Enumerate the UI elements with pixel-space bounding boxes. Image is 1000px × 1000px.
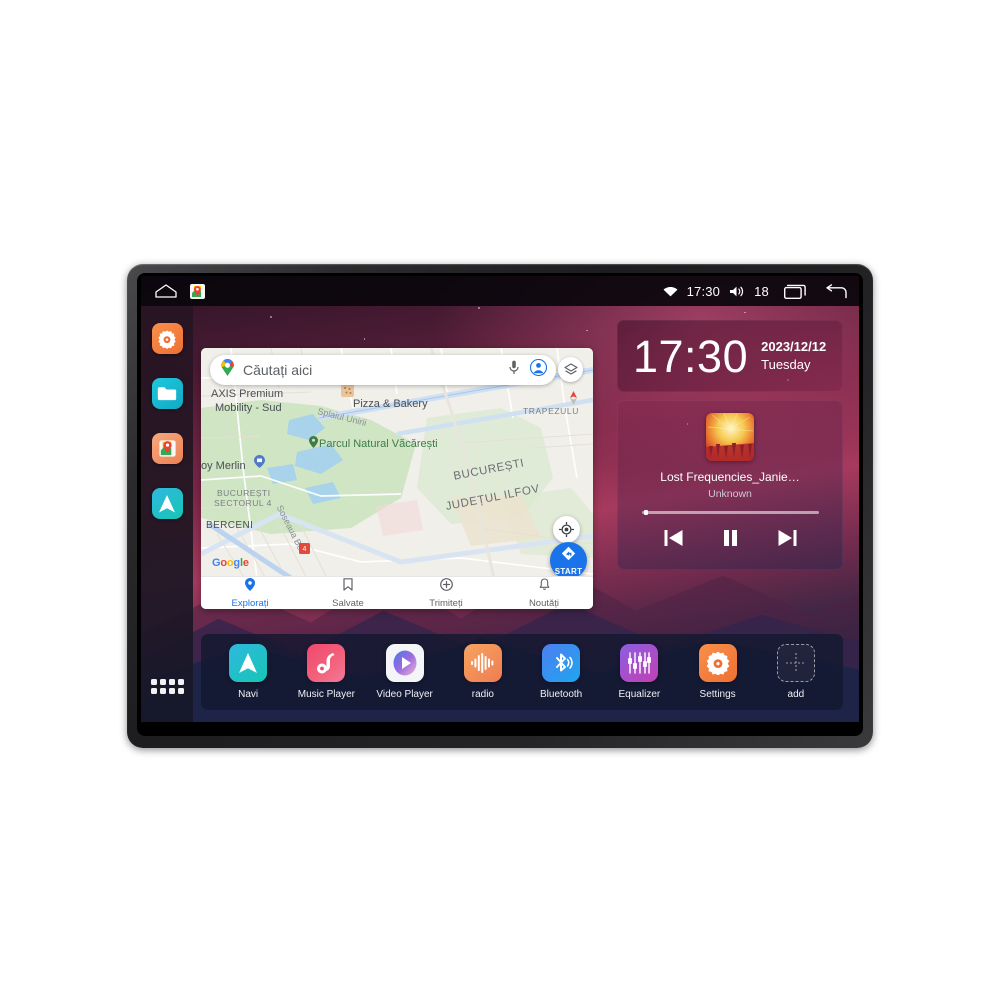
app-dock: Navi Music Player Video Player radio Blu… — [201, 634, 843, 710]
app-label: Music Player — [297, 689, 355, 700]
app-label: Bluetooth — [539, 689, 583, 700]
gear-icon — [698, 644, 737, 682]
poi-restaurant-icon — [341, 384, 354, 402]
account-avatar-icon[interactable] — [529, 358, 548, 381]
equalizer-sliders-icon — [620, 644, 659, 682]
map-nav-contribute[interactable]: Trimiteți — [397, 577, 495, 609]
radio-waveform-icon — [463, 644, 502, 682]
map-layers-icon[interactable] — [558, 357, 583, 382]
recent-apps-icon[interactable] — [784, 284, 806, 299]
app-bluetooth[interactable]: Bluetooth — [529, 644, 593, 700]
all-apps-grid-icon[interactable] — [150, 679, 184, 694]
map-nav-explore[interactable]: Explorați — [201, 577, 299, 609]
my-location-icon[interactable] — [553, 516, 580, 543]
status-time: 17:30 — [686, 283, 721, 299]
music-player-widget[interactable]: Lost Frequencies_Janie… Unknown — [617, 400, 843, 570]
rail-item-settings[interactable] — [151, 323, 183, 354]
concert-crowd-album-art — [706, 413, 754, 461]
compass-icon[interactable] — [568, 391, 579, 410]
poi-pin-icon — [309, 435, 318, 453]
screen: 17:30 18 AXIS Premium Mobility - Sud Piz… — [141, 276, 859, 722]
map-nav-updates[interactable]: Noutăți — [495, 577, 593, 609]
app-label: Navi — [238, 689, 259, 700]
app-label: add — [787, 689, 805, 700]
navigation-arrow-icon — [229, 644, 268, 682]
status-bar: 17:30 18 — [141, 276, 859, 306]
rail-item-files[interactable] — [151, 378, 183, 409]
bookmark-icon — [343, 577, 353, 596]
app-settings[interactable]: Settings — [686, 644, 750, 700]
google-watermark: Google — [212, 557, 249, 569]
map-nav-label: Salvate — [332, 597, 364, 609]
map-nav-label: Noutăți — [528, 597, 560, 609]
clock-widget[interactable]: 17:30 2023/12/12 Tuesday — [617, 320, 843, 392]
next-track-icon[interactable] — [778, 529, 797, 547]
previous-track-icon[interactable] — [664, 529, 683, 547]
progress-knob[interactable] — [643, 510, 648, 515]
map-nav-label: Explorați — [231, 597, 269, 609]
clock-date-block: 2023/12/12 Tuesday — [761, 338, 826, 374]
home-outline-icon[interactable] — [155, 284, 177, 298]
clock-date-value: 2023/12/12 — [761, 338, 827, 354]
app-add[interactable]: add — [764, 644, 828, 700]
updates-bell-icon — [539, 577, 550, 596]
start-navigation-button[interactable]: START — [550, 542, 587, 579]
google-maps-icon[interactable] — [190, 283, 205, 299]
map-label: SECTORUL 4 — [214, 498, 272, 508]
app-label: Settings — [699, 689, 736, 700]
back-arrow-icon[interactable] — [825, 283, 847, 299]
navigation-diamond-icon — [561, 546, 576, 566]
app-radio[interactable]: radio — [451, 644, 515, 700]
track-artist: Unknown — [708, 488, 752, 500]
add-plus-dashed-icon — [776, 644, 815, 682]
start-label: START — [554, 566, 583, 576]
route-shield-icon: 4 — [299, 541, 310, 559]
app-video-player[interactable]: Video Player — [373, 644, 437, 700]
map-label: Parcul Natural Văcărești — [319, 438, 438, 450]
volume-level: 18 — [754, 283, 769, 299]
track-title: Lost Frequencies_Janie… — [660, 470, 800, 484]
volume-icon — [729, 285, 745, 298]
app-navi[interactable]: Navi — [216, 644, 280, 700]
explore-pin-icon — [245, 577, 255, 596]
map-label: oy Merlin — [201, 460, 246, 472]
map-search-input[interactable]: Căutați aici — [235, 362, 509, 378]
car-head-unit-device: 17:30 18 AXIS Premium Mobility - Sud Piz… — [127, 264, 873, 748]
rail-item-maps[interactable] — [151, 433, 183, 464]
app-label: radio — [471, 689, 494, 700]
app-label: Video Player — [376, 689, 433, 700]
google-maps-pin-icon — [220, 359, 235, 381]
poi-store-icon — [254, 455, 265, 473]
microphone-icon[interactable] — [509, 360, 519, 380]
device-bezel: 17:30 18 AXIS Premium Mobility - Sud Piz… — [137, 273, 863, 736]
rail-item-navi[interactable] — [151, 488, 183, 519]
clock-weekday-value: Tuesday — [761, 357, 811, 372]
map-label: AXIS Premium — [211, 388, 284, 400]
left-app-rail — [141, 306, 193, 722]
clock-time: 17:30 — [633, 330, 749, 382]
map-bottom-nav: Explorați Salvate Trimiteți Noutăți — [201, 576, 593, 609]
playback-progress-slider[interactable] — [641, 510, 819, 515]
map-label: BERCENI — [206, 520, 254, 531]
wifi-icon — [663, 285, 678, 297]
bluetooth-icon — [542, 644, 581, 682]
map-nav-saved[interactable]: Salvate — [299, 577, 397, 609]
svg-text:4: 4 — [303, 546, 307, 553]
map-label: BUCUREȘTI — [217, 488, 271, 498]
music-note-icon — [307, 644, 346, 682]
contribute-plus-icon — [439, 577, 453, 596]
map-label: Mobility - Sud — [215, 402, 282, 414]
app-music-player[interactable]: Music Player — [294, 644, 358, 700]
map-search-bar[interactable]: Căutați aici — [210, 355, 556, 385]
app-label: Equalizer — [618, 689, 661, 700]
pause-icon[interactable] — [723, 529, 738, 547]
app-equalizer[interactable]: Equalizer — [607, 644, 671, 700]
map-label: Pizza & Bakery — [353, 398, 428, 410]
map-nav-label: Trimiteți — [429, 597, 463, 609]
play-circle-icon — [385, 644, 424, 682]
google-maps-card[interactable]: VITAN AXIS Premium Mobility - Sud Pizza … — [201, 348, 593, 609]
media-controls — [664, 529, 797, 547]
